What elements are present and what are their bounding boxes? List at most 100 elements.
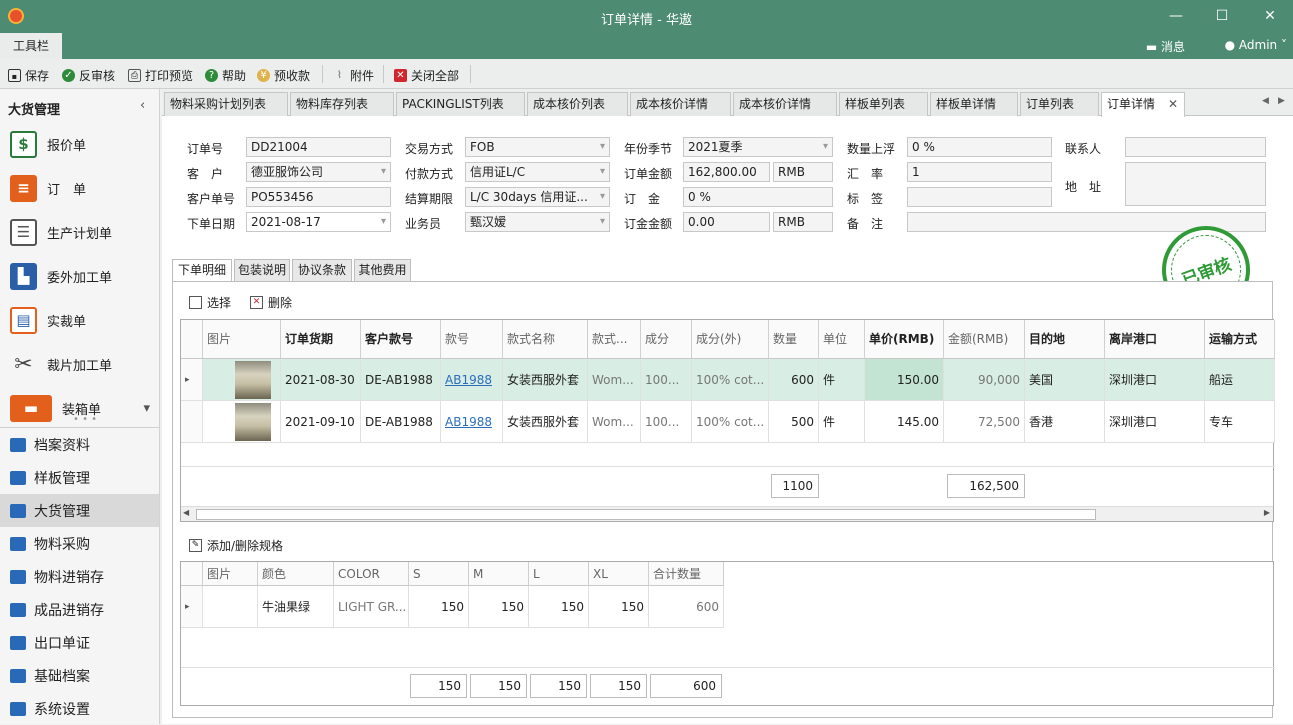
col-header[interactable]: 订单货期 xyxy=(281,320,361,359)
grid-cell[interactable]: 2021-08-30 xyxy=(281,359,361,401)
style-no-link[interactable]: AB1988 xyxy=(441,401,503,443)
maximize-button[interactable]: ☐ xyxy=(1199,0,1245,33)
spec-cell[interactable]: 150 xyxy=(589,586,649,628)
splitter-grip[interactable]: • • • xyxy=(73,414,97,425)
col-header[interactable]: 单位 xyxy=(819,320,865,359)
order-date-picker[interactable]: 2021-08-17 xyxy=(246,212,391,232)
col-header[interactable]: 离岸港口 xyxy=(1105,320,1205,359)
grid-cell[interactable]: 145.00 xyxy=(865,401,944,443)
season-select[interactable]: 2021夏季 xyxy=(683,137,833,157)
col-header[interactable]: 款式名称 xyxy=(503,320,588,359)
spec-cell[interactable]: 牛油果绿 xyxy=(258,586,334,628)
doc-tab[interactable]: 成本核价详情 xyxy=(630,92,731,116)
grid-cell[interactable]: 100... xyxy=(641,401,692,443)
tab-scroll-left-icon[interactable]: ◀ xyxy=(1262,96,1269,106)
sidebar-item-product-inventory[interactable]: 成品进销存 xyxy=(0,593,159,626)
col-header[interactable]: COLOR xyxy=(334,562,409,586)
col-header[interactable]: 单价(RMB) xyxy=(865,320,944,359)
col-header[interactable]: 数量 xyxy=(769,320,819,359)
user-menu[interactable]: ● Admin ˅ xyxy=(1225,38,1287,52)
col-header[interactable]: 图片 xyxy=(203,562,258,586)
col-header[interactable]: 成分 xyxy=(641,320,692,359)
deposit-field[interactable]: 0 % xyxy=(683,187,833,207)
spec-cell[interactable]: LIGHT GR... xyxy=(334,586,409,628)
grid-cell[interactable]: 100% cot... xyxy=(692,401,769,443)
grid-cell[interactable]: 90,000 xyxy=(944,359,1025,401)
grid-cell[interactable]: Wom... xyxy=(588,401,641,443)
scrollbar-thumb[interactable] xyxy=(196,509,1096,520)
save-button[interactable]: ▪ 保存 xyxy=(8,66,49,84)
spec-cell[interactable]: 150 xyxy=(529,586,589,628)
tab-agreement[interactable]: 协议条款 xyxy=(292,259,352,282)
doc-tab[interactable]: 物料库存列表 xyxy=(290,92,394,116)
grid-cell[interactable]: 72,500 xyxy=(944,401,1025,443)
qty-float-field[interactable]: 0 % xyxy=(907,137,1052,157)
deposit-amount-field[interactable]: 0.00 xyxy=(683,212,770,232)
sidebar-item-export-docs[interactable]: 出口单证 xyxy=(0,626,159,659)
payment-select[interactable]: 信用证L/C xyxy=(465,162,610,182)
prepayment-button[interactable]: ¥ 预收款 xyxy=(257,66,310,84)
col-header[interactable]: 金额(RMB) xyxy=(944,320,1025,359)
horizontal-scrollbar[interactable]: ◀ ▶ xyxy=(181,506,1273,521)
amount-field[interactable]: 162,800.00 xyxy=(683,162,770,182)
customer-order-field[interactable]: PO553456 xyxy=(246,187,391,207)
grid-cell[interactable]: 2021-09-10 xyxy=(281,401,361,443)
doc-tab[interactable]: PACKINGLIST列表 xyxy=(396,92,525,116)
tab-other-fees[interactable]: 其他费用 xyxy=(354,259,411,282)
sidebar-item-bulk[interactable]: 大货管理 xyxy=(0,494,159,527)
spec-image-cell[interactable] xyxy=(203,586,258,628)
collapse-chevron-icon[interactable]: ‹ xyxy=(140,98,145,113)
help-button[interactable]: ? 帮助 xyxy=(205,66,246,84)
tag-field[interactable] xyxy=(907,187,1052,207)
sidebar-module-order[interactable]: ≡ 订 单 xyxy=(10,170,158,206)
tab-scroll-right-icon[interactable]: ▶ xyxy=(1278,96,1285,106)
print-preview-button[interactable]: ⎙ 打印预览 xyxy=(128,66,193,84)
trade-mode-select[interactable]: FOB xyxy=(465,137,610,157)
close-button[interactable]: ✕ xyxy=(1247,0,1293,33)
doc-tab[interactable]: 物料采购计划列表 xyxy=(164,92,288,116)
unapprove-button[interactable]: ✓ 反审核 xyxy=(62,66,115,84)
spec-cell[interactable]: 150 xyxy=(469,586,529,628)
close-all-button[interactable]: ✕ 关闭全部 xyxy=(394,66,459,84)
product-image-cell[interactable] xyxy=(203,401,281,443)
style-no-link[interactable]: AB1988 xyxy=(441,359,503,401)
tab-order-detail[interactable]: 下单明细 xyxy=(172,259,232,283)
col-header[interactable]: 客户款号 xyxy=(361,320,441,359)
col-header[interactable]: M xyxy=(469,562,529,586)
col-header[interactable]: S xyxy=(409,562,469,586)
grid-cell[interactable]: Wom... xyxy=(588,359,641,401)
order-no-field[interactable]: DD21004 xyxy=(246,137,391,157)
grid-cell[interactable]: DE-AB1988 xyxy=(361,401,441,443)
grid-cell[interactable]: 深圳港口 xyxy=(1105,401,1205,443)
menu-tab-toolbar[interactable]: 工具栏 xyxy=(0,33,62,59)
grid-cell[interactable]: 女装西服外套 xyxy=(503,359,588,401)
doc-tab[interactable]: 订单列表 xyxy=(1020,92,1099,116)
grid-cell[interactable]: 100% cot... xyxy=(692,359,769,401)
grid-cell[interactable]: 500 xyxy=(769,401,819,443)
settle-select[interactable]: L/C 30days 信用证... xyxy=(465,187,610,207)
sidebar-module-production-plan[interactable]: ☰ 生产计划单 xyxy=(10,214,158,250)
delete-button[interactable]: ✕ 删除 xyxy=(250,294,292,311)
sidebar-module-outsourcing[interactable]: ▙ 委外加工单 xyxy=(10,258,158,294)
sidebar-module-piece-processing[interactable]: ✂ 裁片加工单 xyxy=(10,346,158,382)
col-header[interactable]: 目的地 xyxy=(1025,320,1105,359)
col-header[interactable]: 成分(外) xyxy=(692,320,769,359)
rate-field[interactable]: 1 xyxy=(907,162,1052,182)
doc-tab-active[interactable]: 订单详情 ✕ xyxy=(1101,92,1185,117)
doc-tab[interactable]: 样板单列表 xyxy=(839,92,928,116)
salesman-select[interactable]: 甄汉嫒 xyxy=(465,212,610,232)
add-remove-spec-button[interactable]: ✎ 添加/删除规格 xyxy=(189,537,283,554)
grid-cell[interactable]: DE-AB1988 xyxy=(361,359,441,401)
sidebar-item-purchase[interactable]: 物料采购 xyxy=(0,527,159,560)
grid-cell[interactable]: 专车 xyxy=(1205,401,1275,443)
contact-field[interactable] xyxy=(1125,137,1266,157)
grid-cell[interactable]: 船运 xyxy=(1205,359,1275,401)
sidebar-item-base-archive[interactable]: 基础档案 xyxy=(0,659,159,692)
grid-cell[interactable]: 美国 xyxy=(1025,359,1105,401)
minimize-button[interactable]: — xyxy=(1153,0,1199,33)
customer-select[interactable]: 德亚服饰公司 xyxy=(246,162,391,182)
scroll-left-icon[interactable]: ◀ xyxy=(183,508,189,517)
sidebar-module-cutting[interactable]: ▤ 实裁单 xyxy=(10,302,158,338)
tab-packing-notes[interactable]: 包装说明 xyxy=(234,259,290,282)
scroll-right-icon[interactable]: ▶ xyxy=(1264,508,1270,517)
